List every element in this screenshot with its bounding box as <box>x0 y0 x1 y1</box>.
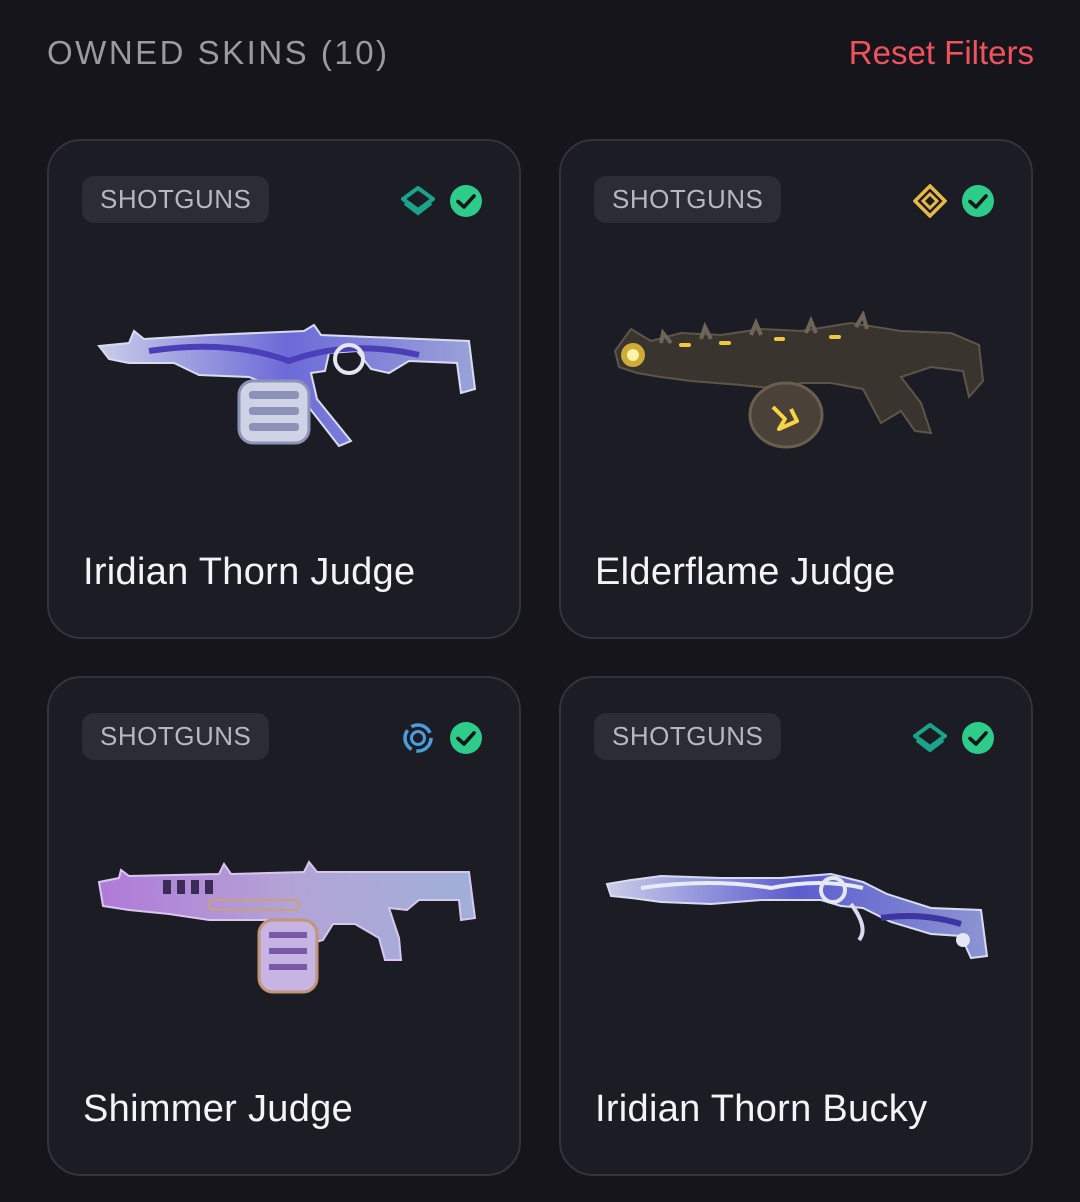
skin-name: Iridian Thorn Judge <box>83 551 416 593</box>
category-badge: SHOTGUNS <box>82 176 270 223</box>
category-badge: SHOTGUNS <box>594 713 782 760</box>
skin-card[interactable]: SHOTGUNS <box>559 676 1033 1176</box>
skin-card[interactable]: SHOTGUNS <box>47 139 521 639</box>
check-circle-icon <box>449 721 483 755</box>
deluxe-tier-icon <box>913 723 947 753</box>
check-circle-icon <box>449 184 483 218</box>
skin-card[interactable]: SHOTGUNS <box>47 676 521 1176</box>
skin-name: Iridian Thorn Bucky <box>595 1088 928 1130</box>
skin-name: Shimmer Judge <box>83 1088 354 1130</box>
check-circle-icon <box>961 184 995 218</box>
exclusive-tier-icon <box>913 184 947 218</box>
category-badge: SHOTGUNS <box>82 713 270 760</box>
reset-filters-button[interactable]: Reset Filters <box>849 34 1034 72</box>
skin-name: Elderflame Judge <box>595 551 896 593</box>
header: OWNED SKINS (10) Reset Filters <box>47 28 1034 78</box>
select-tier-icon <box>401 721 435 755</box>
deluxe-tier-icon <box>401 186 435 216</box>
weapon-image <box>97 860 477 994</box>
weapon-image <box>613 311 985 449</box>
page-title: OWNED SKINS (10) <box>47 34 390 71</box>
skin-card[interactable]: SHOTGUNS Elderflame Judge <box>559 139 1033 639</box>
owned-skins-page: OWNED SKINS (10) Reset Filters SHOTGUNS <box>0 0 1080 1202</box>
weapon-image <box>97 323 477 448</box>
check-circle-icon <box>961 721 995 755</box>
category-badge: SHOTGUNS <box>594 176 782 223</box>
weapon-image <box>605 872 989 960</box>
